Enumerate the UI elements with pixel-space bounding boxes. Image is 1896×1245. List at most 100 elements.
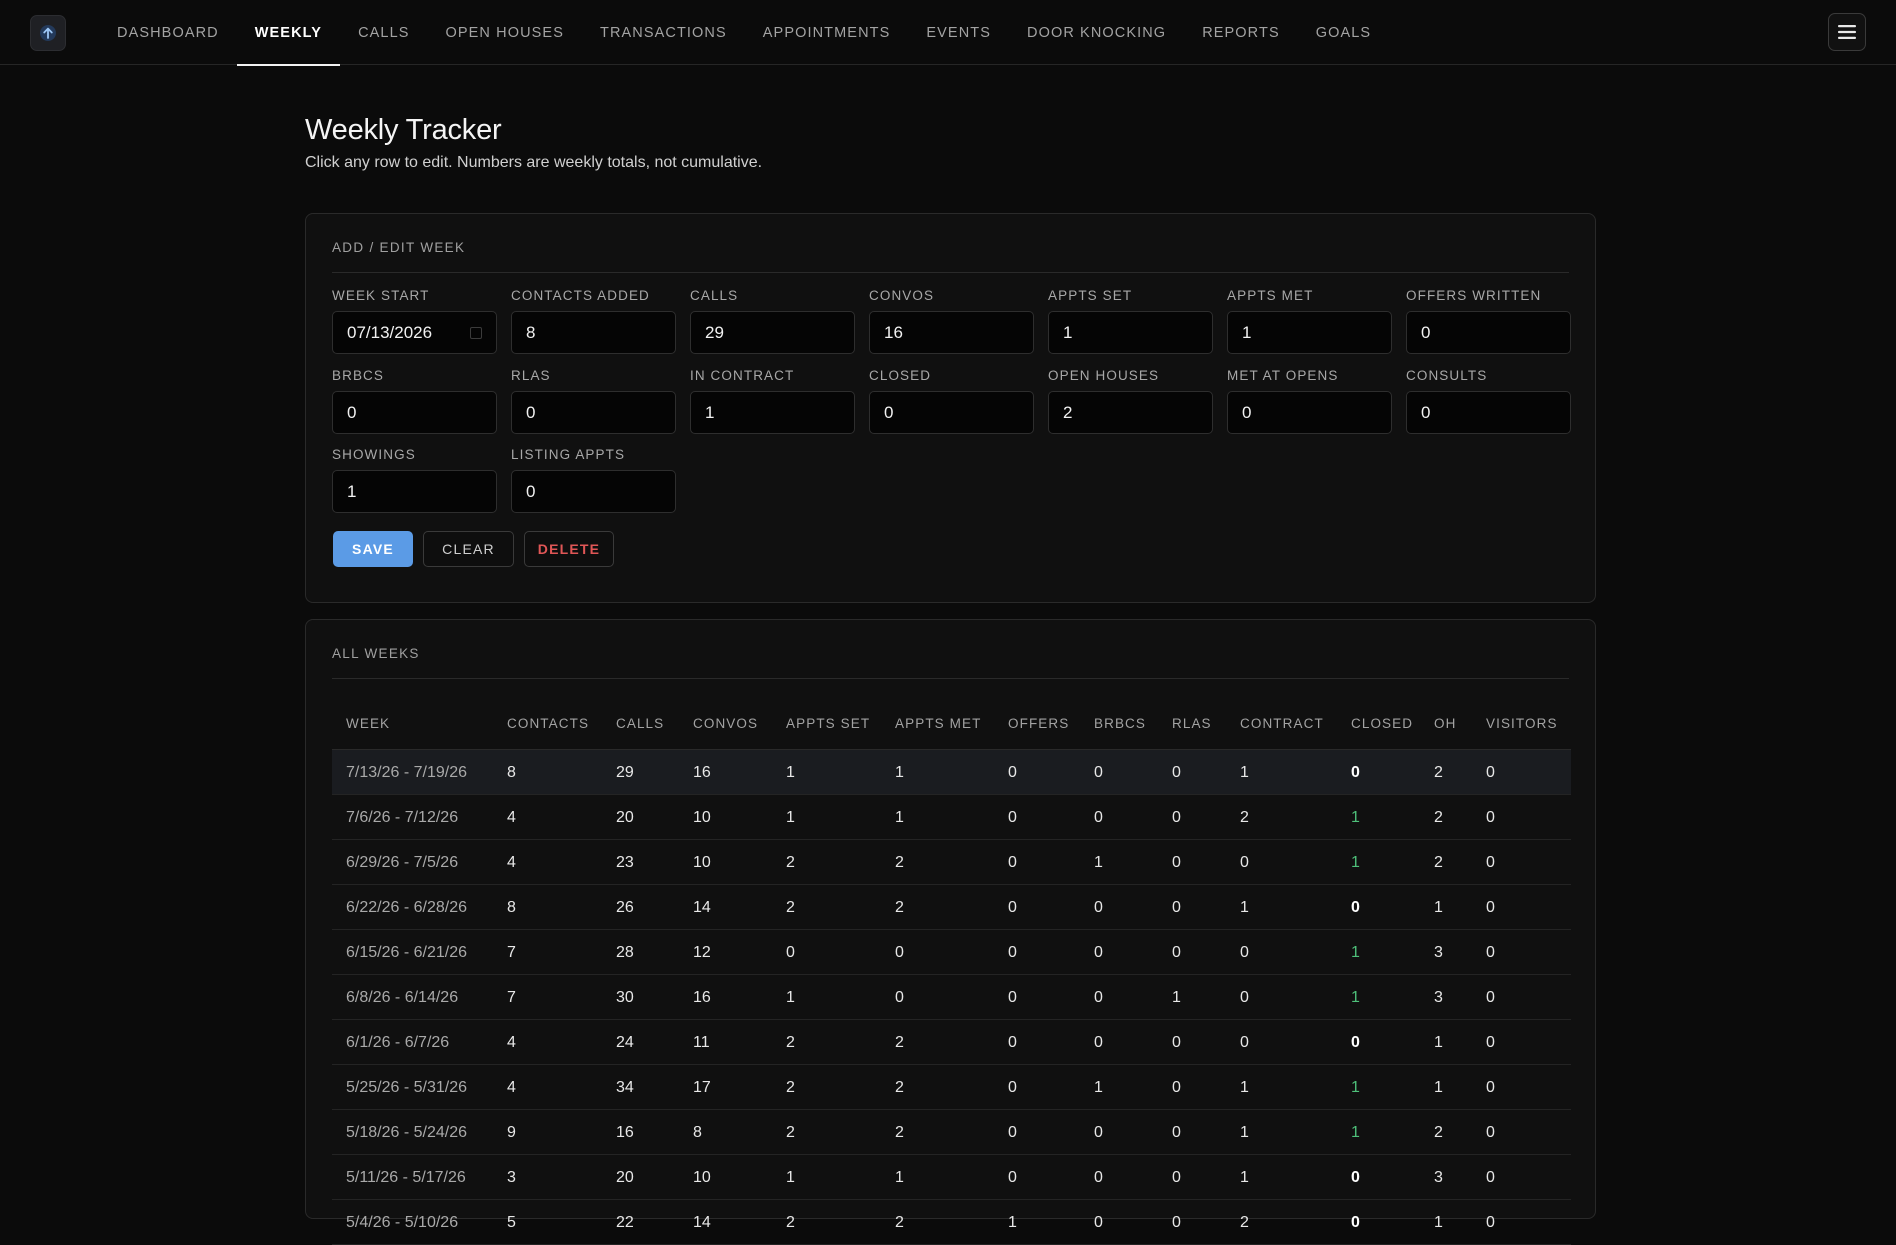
cell-rlas: 0 <box>1172 1034 1181 1051</box>
cell-brbcs: 0 <box>1094 1214 1103 1231</box>
column-header-closed[interactable]: CLOSED <box>1351 716 1413 731</box>
nav-tab-events[interactable]: EVENTS <box>908 0 1009 65</box>
cell-contacts: 8 <box>507 764 516 781</box>
cell-rlas: 0 <box>1172 1079 1181 1096</box>
cell-appts-met: 0 <box>895 944 904 961</box>
column-header-week[interactable]: WEEK <box>346 716 390 731</box>
field-appts-set: APPTS SET 1 <box>1048 288 1213 354</box>
listing-appts-value: 0 <box>526 481 536 501</box>
convos-input[interactable]: 16 <box>869 311 1034 354</box>
cell-appts-set: 1 <box>786 1169 795 1186</box>
table-row[interactable]: 7/13/26 - 7/19/26 8 29 16 1 1 0 0 0 1 0 2 0 <box>332 750 1571 795</box>
calendar-icon[interactable] <box>470 326 482 339</box>
cell-week: 5/25/26 - 5/31/26 <box>346 1079 467 1096</box>
arrow-up-icon <box>40 25 56 41</box>
app-logo[interactable] <box>30 15 66 51</box>
cell-brbcs: 0 <box>1094 989 1103 1006</box>
table-row[interactable]: 7/6/26 - 7/12/26 4 20 10 1 1 0 0 0 2 1 2 0 <box>332 795 1571 840</box>
table-row[interactable]: 5/18/26 - 5/24/26 9 16 8 2 2 0 0 0 1 1 2 0 <box>332 1110 1571 1155</box>
nav-tab-reports[interactable]: REPORTS <box>1184 0 1298 65</box>
open-houses-input[interactable]: 2 <box>1048 391 1213 434</box>
cell-contacts: 7 <box>507 944 516 961</box>
column-header-calls[interactable]: CALLS <box>616 716 664 731</box>
consults-input[interactable]: 0 <box>1406 391 1571 434</box>
cell-appts-set: 1 <box>786 809 795 826</box>
all-weeks-card: ALL WEEKS WEEK CONTACTS CALLS CONVOS APPTS S… <box>305 619 1596 1245</box>
table-row[interactable]: 6/15/26 - 6/21/26 7 28 12 0 0 0 0 0 0 1 3 0 <box>332 930 1571 975</box>
cell-calls: 16 <box>616 1124 634 1141</box>
column-header-brbcs[interactable]: BRBCS <box>1094 716 1146 731</box>
cell-offers: 0 <box>1008 1079 1017 1096</box>
week-start-label: WEEK START <box>332 288 430 303</box>
clear-button[interactable]: CLEAR <box>423 531 514 567</box>
column-header-offers[interactable]: OFFERS <box>1008 716 1069 731</box>
page-subtitle: Click any row to edit. Numbers are weekl… <box>305 154 763 171</box>
consults-value: 0 <box>1421 402 1431 422</box>
brbcs-label: BRBCS <box>332 368 385 383</box>
cell-rlas: 0 <box>1172 899 1181 916</box>
field-in-contract: IN CONTRACT 1 <box>690 368 855 434</box>
met-at-opens-input[interactable]: 0 <box>1227 391 1392 434</box>
cell-appts-met: 2 <box>895 899 904 916</box>
nav-tab-calls[interactable]: CALLS <box>340 0 427 65</box>
listing-appts-input[interactable]: 0 <box>511 470 676 513</box>
showings-input[interactable]: 1 <box>332 470 497 513</box>
nav-tab-weekly[interactable]: WEEKLY <box>236 0 341 66</box>
table-row[interactable]: 6/8/26 - 6/14/26 7 30 16 1 0 0 0 1 0 1 3 0 <box>332 975 1571 1020</box>
nav-tab-appointments[interactable]: APPOINTMENTS <box>745 0 909 65</box>
cell-rlas: 0 <box>1172 1214 1181 1231</box>
closed-input[interactable]: 0 <box>869 391 1034 434</box>
calls-input[interactable]: 29 <box>690 311 855 354</box>
table-row[interactable]: 6/1/26 - 6/7/26 4 24 11 2 2 0 0 0 0 0 1 0 <box>332 1020 1571 1065</box>
column-header-rlas[interactable]: RLAS <box>1172 716 1212 731</box>
appts-met-input[interactable]: 1 <box>1227 311 1392 354</box>
menu-button[interactable] <box>1828 13 1866 51</box>
column-header-appts-set[interactable]: APPTS SET <box>786 716 870 731</box>
delete-button[interactable]: DELETE <box>524 531 614 567</box>
appts-set-input[interactable]: 1 <box>1048 311 1213 354</box>
cell-contacts: 7 <box>507 989 516 1006</box>
cell-appts-met: 2 <box>895 1034 904 1051</box>
top-nav: DASHBOARD WEEKLY CALLS OPEN HOUSES TRANSACTI… <box>0 0 1896 66</box>
column-header-convos[interactable]: CONVOS <box>693 716 758 731</box>
cell-convos: 17 <box>693 1079 711 1096</box>
nav-tab-open-houses[interactable]: OPEN HOUSES <box>428 0 582 65</box>
in-contract-input[interactable]: 1 <box>690 391 855 434</box>
week-start-input[interactable]: 07/13/2026 <box>332 311 497 354</box>
column-header-visitors[interactable]: VISITORS <box>1486 716 1558 731</box>
column-header-appts-met[interactable]: APPTS MET <box>895 716 981 731</box>
cell-contract: 1 <box>1240 1079 1249 1096</box>
nav-tab-dashboard[interactable]: DASHBOARD <box>99 0 237 65</box>
offers-written-label: OFFERS WRITTEN <box>1406 288 1542 303</box>
table-row[interactable]: 5/11/26 - 5/17/26 3 20 10 1 1 0 0 0 1 0 3 0 <box>332 1155 1571 1200</box>
cell-closed: 0 <box>1351 899 1360 916</box>
table-row[interactable]: 6/29/26 - 7/5/26 4 23 10 2 2 0 1 0 0 1 2 0 <box>332 840 1571 885</box>
field-convos: CONVOS 16 <box>869 288 1034 354</box>
nav-tab-transactions[interactable]: TRANSACTIONS <box>582 0 745 65</box>
column-header-contacts[interactable]: CONTACTS <box>507 716 589 731</box>
cell-visitors: 0 <box>1486 854 1495 871</box>
brbcs-input[interactable]: 0 <box>332 391 497 434</box>
table-row[interactable]: 5/4/26 - 5/10/26 5 22 14 2 2 1 0 0 2 0 1 0 <box>332 1200 1571 1245</box>
table-row[interactable]: 6/22/26 - 6/28/26 8 26 14 2 2 0 0 0 1 0 1 0 <box>332 885 1571 930</box>
cell-calls: 23 <box>616 854 634 871</box>
field-offers-written: OFFERS WRITTEN 0 <box>1406 288 1571 354</box>
cell-visitors: 0 <box>1486 1034 1495 1051</box>
column-header-oh[interactable]: OH <box>1434 716 1456 731</box>
table-row[interactable]: 5/25/26 - 5/31/26 4 34 17 2 2 0 1 0 1 1 1 0 <box>332 1065 1571 1110</box>
cell-visitors: 0 <box>1486 899 1495 916</box>
save-button[interactable]: SAVE <box>333 531 413 567</box>
column-header-contract[interactable]: CONTRACT <box>1240 716 1324 731</box>
cell-appts-set: 0 <box>786 944 795 961</box>
cell-appts-met: 2 <box>895 1124 904 1141</box>
nav-tab-goals[interactable]: GOALS <box>1298 0 1389 65</box>
contacts-added-input[interactable]: 8 <box>511 311 676 354</box>
nav-tab-door-knocking[interactable]: DOOR KNOCKING <box>1009 0 1184 65</box>
cell-rlas: 0 <box>1172 1124 1181 1141</box>
cell-visitors: 0 <box>1486 1079 1495 1096</box>
met-at-opens-value: 0 <box>1242 402 1252 422</box>
cell-oh: 2 <box>1434 854 1443 871</box>
offers-written-input[interactable]: 0 <box>1406 311 1571 354</box>
cell-oh: 2 <box>1434 809 1443 826</box>
rlas-input[interactable]: 0 <box>511 391 676 434</box>
